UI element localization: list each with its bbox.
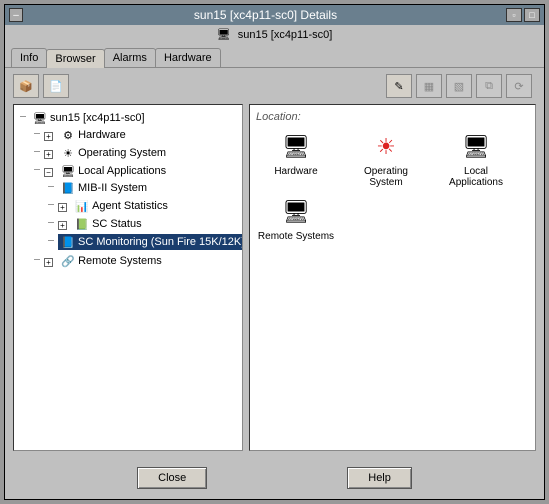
location-item-hardware[interactable]: 🖥 Hardware — [256, 131, 336, 188]
subtitle-text: sun15 [xc4p11-sc0] — [238, 29, 333, 41]
status-icon: 📗 — [75, 217, 89, 231]
remote-icon: 🔗 — [61, 254, 75, 268]
solaris-big-icon: ☀ — [370, 131, 402, 163]
tab-browser[interactable]: Browser — [46, 49, 104, 68]
tree-label: SC Status — [92, 218, 142, 230]
system-menu-icon[interactable]: – — [9, 8, 23, 22]
tree-item: + 🔗 Remote Systems — [30, 252, 240, 270]
tree-label: SC Monitoring (Sun Fire 15K/12K) — [78, 236, 243, 248]
location-item-remote[interactable]: 🖥 Remote Systems — [256, 196, 336, 242]
minimize-button[interactable]: ▫ — [506, 8, 522, 22]
details-window: – sun15 [xc4p11-sc0] Details ▫ □ 🖥 sun15… — [4, 4, 545, 500]
tree-root: 🖥 sun15 [xc4p11-sc0] + ⚙ Hardware + — [16, 109, 240, 271]
module-button[interactable]: 📦 — [13, 74, 39, 98]
host-icon: 🖥 — [33, 111, 47, 125]
hardware-icon: ⚙ — [61, 128, 75, 142]
mib-icon: 📘 — [61, 181, 75, 195]
tree-label: Local Applications — [78, 165, 166, 177]
page-icon: 📄 — [49, 79, 63, 93]
tab-alarms[interactable]: Alarms — [104, 48, 156, 67]
location-pane: Location: 🖥 Hardware ☀ Operating System … — [249, 104, 536, 451]
chart-icon: ▦ — [422, 79, 436, 93]
apps-icon: 🖥 — [61, 164, 75, 178]
tree-node-scstatus[interactable]: 📗 SC Status — [72, 216, 145, 232]
location-label: Local Applications — [436, 166, 516, 188]
toolbar: 📦 📄 ✎ ▦ ▧ ⧉ ⟳ — [5, 68, 544, 104]
tree-node-scmonitoring[interactable]: 📘 SC Monitoring (Sun Fire 15K/12K) — [58, 234, 243, 250]
help-button[interactable]: Help — [347, 467, 412, 489]
module-icon: 📦 — [19, 79, 33, 93]
footer: Close Help — [5, 457, 544, 499]
monitor-icon: 📘 — [61, 235, 75, 249]
stats-icon: 📊 — [75, 199, 89, 213]
window-title: sun15 [xc4p11-sc0] Details — [27, 8, 504, 22]
location-label: Operating System — [346, 166, 426, 188]
refresh-button[interactable]: ⟳ — [506, 74, 532, 98]
tree-node-os[interactable]: ☀ Operating System — [58, 145, 169, 161]
tab-bar: Info Browser Alarms Hardware — [5, 48, 544, 68]
chart2-icon: ▧ — [452, 79, 466, 93]
tree-label: Operating System — [78, 147, 166, 159]
icon-grid: 🖥 Hardware ☀ Operating System 🖥 Local Ap… — [256, 131, 529, 242]
location-item-apps[interactable]: 🖥 Local Applications — [436, 131, 516, 188]
os-icon: ☀ — [61, 146, 75, 160]
collapse-toggle[interactable]: − — [44, 168, 53, 177]
tree-node-hardware[interactable]: ⚙ Hardware — [58, 127, 129, 143]
tree-label: sun15 [xc4p11-sc0] — [50, 112, 145, 124]
chart2-button[interactable]: ▧ — [446, 74, 472, 98]
remote-big-icon: 🖥 — [280, 196, 312, 228]
host-icon: 🖥 — [217, 28, 231, 42]
maximize-button[interactable]: □ — [524, 8, 540, 22]
location-label: Hardware — [256, 166, 336, 177]
expand-toggle[interactable]: + — [44, 132, 53, 141]
subtitle-bar: 🖥 sun15 [xc4p11-sc0] — [5, 25, 544, 48]
expand-toggle[interactable]: + — [58, 203, 67, 212]
tree-node-localapps[interactable]: 🖥 Local Applications — [58, 163, 169, 179]
refresh-icon: ⟳ — [512, 79, 526, 93]
tree-label: Remote Systems — [78, 255, 162, 267]
tree-item: + ⚙ Hardware — [30, 126, 240, 144]
copy-button[interactable]: ⧉ — [476, 74, 502, 98]
expand-toggle[interactable]: + — [58, 221, 67, 230]
tree-node-mib[interactable]: 📘 MIB-II System — [58, 180, 150, 196]
close-button[interactable]: Close — [137, 467, 207, 489]
tree-item: 📘 MIB-II System — [44, 179, 240, 197]
expand-toggle[interactable]: + — [44, 150, 53, 159]
tab-hardware[interactable]: Hardware — [155, 48, 221, 67]
tree-label: Hardware — [78, 129, 126, 141]
tree-item: + 📗 SC Status — [44, 215, 240, 233]
tree-item: + ☀ Operating System — [30, 144, 240, 162]
titlebar: – sun15 [xc4p11-sc0] Details ▫ □ — [5, 5, 544, 25]
expand-toggle[interactable]: + — [44, 258, 53, 267]
tree-item: + 📊 Agent Statistics — [44, 197, 240, 215]
page-button[interactable]: 📄 — [43, 74, 69, 98]
chart-button[interactable]: ▦ — [416, 74, 442, 98]
content-area: 🖥 sun15 [xc4p11-sc0] + ⚙ Hardware + — [5, 104, 544, 457]
edit-icon: ✎ — [392, 79, 406, 93]
location-label: Remote Systems — [256, 231, 336, 242]
location-item-os[interactable]: ☀ Operating System — [346, 131, 426, 188]
tree-node-remote[interactable]: 🔗 Remote Systems — [58, 253, 165, 269]
tree-item: − 🖥 Local Applications 📘 MIB-II System — [30, 162, 240, 252]
copy-icon: ⧉ — [482, 79, 496, 93]
tree-item: 📘 SC Monitoring (Sun Fire 15K/12K) — [44, 233, 240, 251]
tree-node-root[interactable]: 🖥 sun15 [xc4p11-sc0] — [30, 110, 148, 126]
apps-big-icon: 🖥 — [460, 131, 492, 163]
tab-info[interactable]: Info — [11, 48, 47, 67]
tree-pane[interactable]: 🖥 sun15 [xc4p11-sc0] + ⚙ Hardware + — [13, 104, 243, 451]
tree-label: Agent Statistics — [92, 200, 168, 212]
tree-label: MIB-II System — [78, 182, 147, 194]
edit-button[interactable]: ✎ — [386, 74, 412, 98]
hardware-big-icon: 🖥 — [280, 131, 312, 163]
location-heading: Location: — [256, 111, 529, 123]
tree-node-agentstats[interactable]: 📊 Agent Statistics — [72, 198, 171, 214]
